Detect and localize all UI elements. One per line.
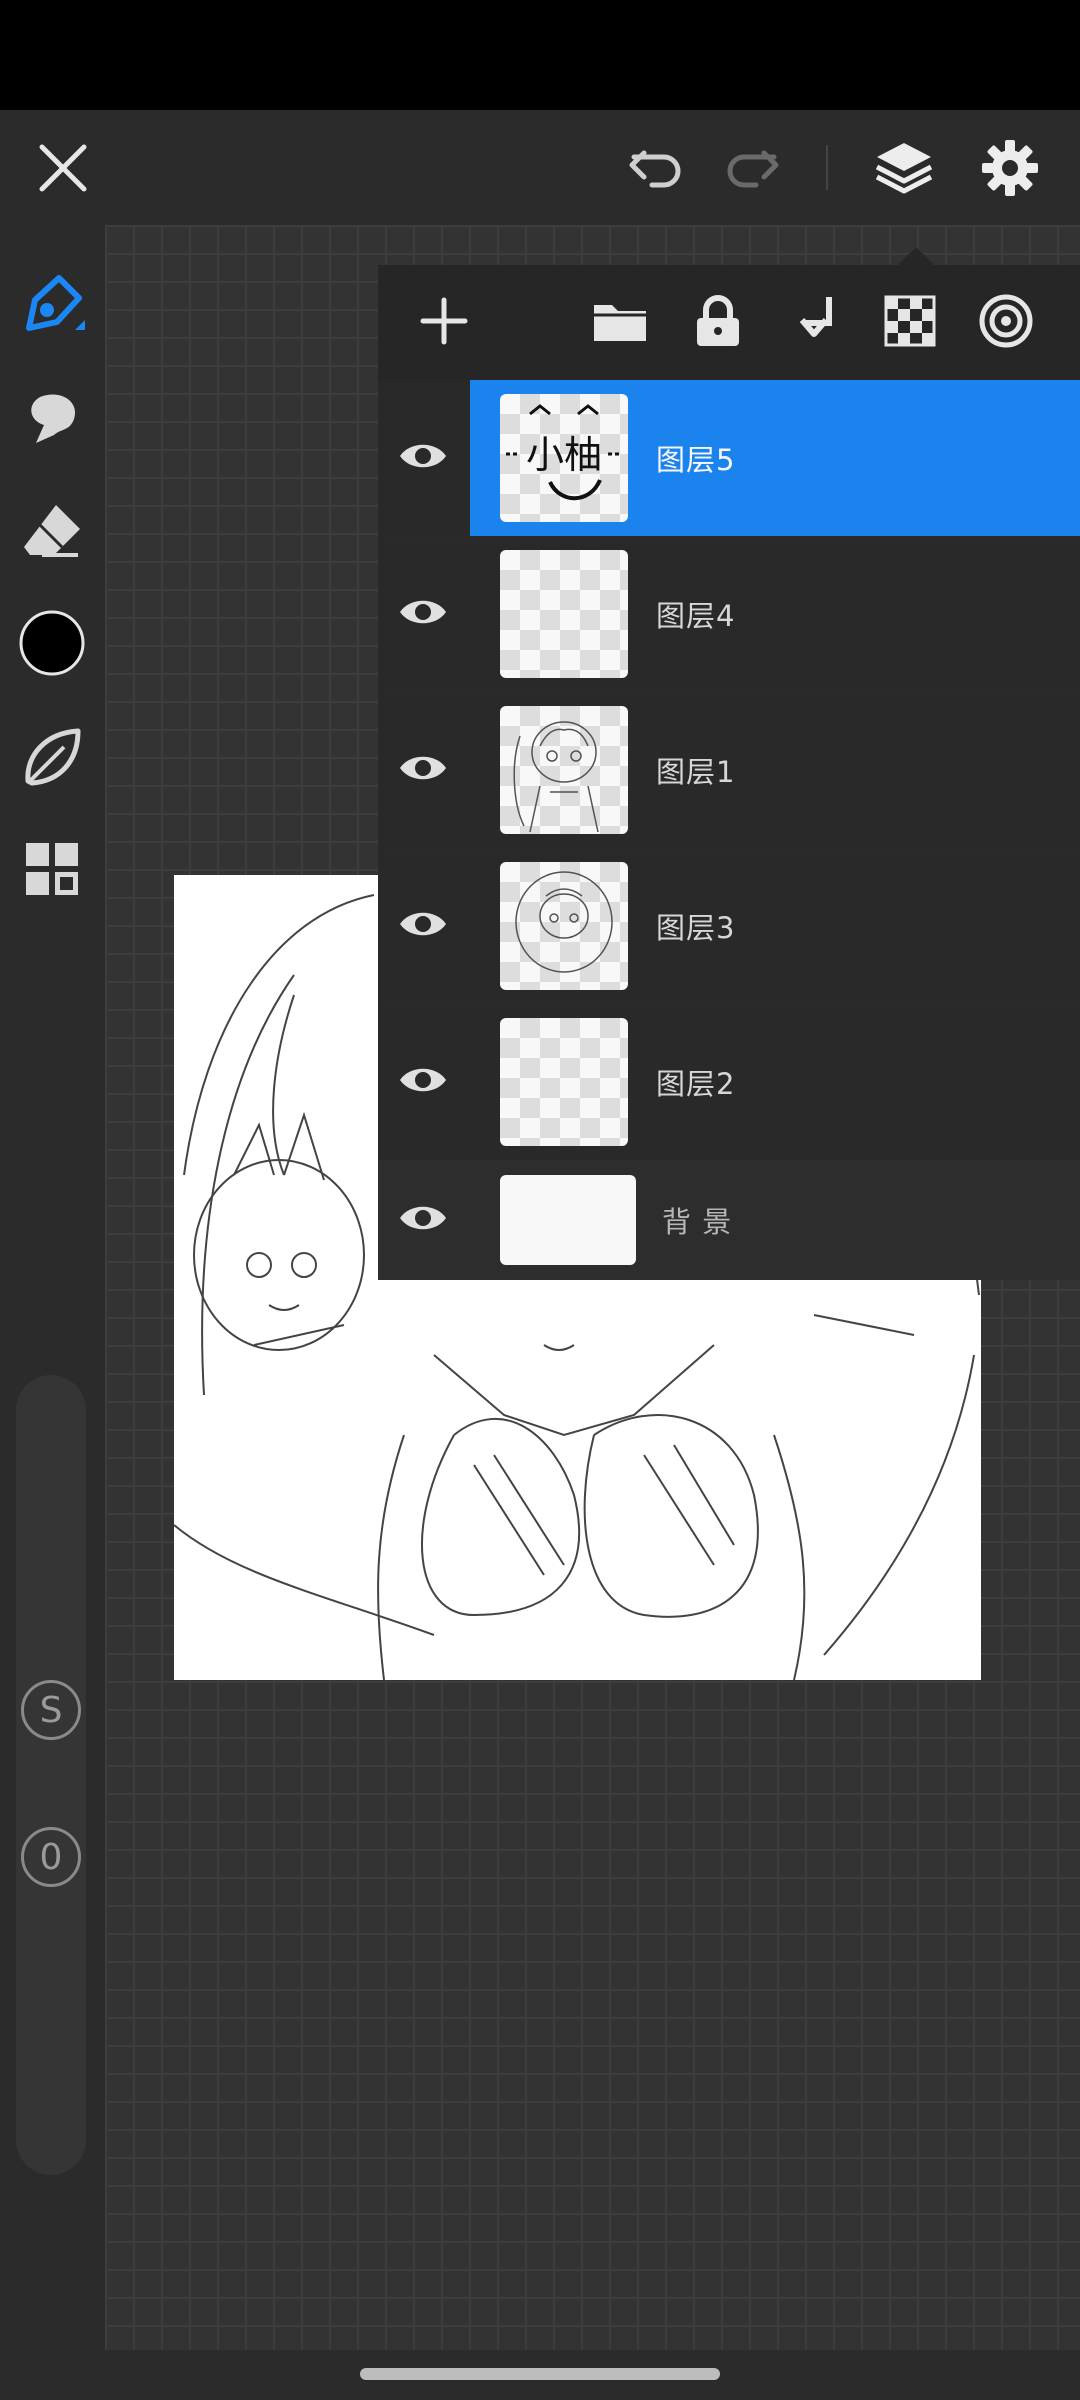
settings-icon[interactable] bbox=[972, 130, 1047, 205]
thumbnail-sketch bbox=[513, 721, 599, 833]
pen-icon[interactable] bbox=[12, 265, 92, 345]
layer-thumbnail bbox=[500, 862, 628, 990]
eye-icon[interactable] bbox=[398, 439, 448, 477]
layer-row-5[interactable]: 小柚 图层5 bbox=[378, 380, 1080, 538]
layer-name: 图层5 bbox=[656, 443, 736, 477]
eye-icon[interactable] bbox=[398, 751, 448, 789]
layer-name: 图层1 bbox=[656, 755, 736, 789]
eye-icon[interactable] bbox=[398, 1063, 448, 1101]
layer-thumbnail bbox=[500, 550, 628, 678]
folder-icon[interactable] bbox=[584, 285, 656, 357]
grid-icon[interactable] bbox=[12, 829, 92, 909]
layers-toolbar bbox=[378, 265, 1080, 380]
transparency-icon[interactable] bbox=[874, 285, 946, 357]
lock-icon[interactable] bbox=[682, 285, 754, 357]
size-label: S bbox=[21, 1680, 81, 1740]
eye-icon[interactable] bbox=[398, 907, 448, 945]
leaf-icon[interactable] bbox=[12, 717, 92, 797]
layers-icon[interactable] bbox=[866, 130, 941, 205]
layer-row-1[interactable]: 图层1 bbox=[378, 692, 1080, 850]
layer-row-background[interactable]: 背 景 bbox=[378, 1160, 1080, 1280]
status-bar bbox=[0, 0, 1080, 110]
layer-row-4[interactable]: 图层4 bbox=[378, 536, 1080, 694]
close-icon[interactable] bbox=[25, 130, 100, 205]
thumbnail-sketch bbox=[506, 404, 622, 501]
toolbar-divider bbox=[826, 145, 828, 190]
layer-thumbnail: 小柚 bbox=[500, 394, 628, 522]
thumbnail-sketch bbox=[515, 871, 613, 973]
panel-caret bbox=[898, 247, 934, 265]
eye-icon[interactable] bbox=[398, 595, 448, 633]
eraser-icon[interactable] bbox=[12, 491, 92, 571]
layer-name: 图层4 bbox=[656, 599, 736, 633]
size-slider[interactable] bbox=[16, 1375, 86, 2175]
opacity-label: 0 bbox=[21, 1827, 81, 1887]
merge-down-icon[interactable] bbox=[778, 285, 850, 357]
size-indicator[interactable]: S bbox=[16, 1675, 86, 1745]
left-toolbar: S 0 bbox=[0, 225, 105, 2350]
layer-name: 背 景 bbox=[662, 1205, 733, 1239]
color-swatch[interactable] bbox=[12, 603, 92, 683]
layer-thumbnail bbox=[500, 1175, 636, 1265]
layer-name: 图层3 bbox=[656, 911, 736, 945]
layer-row-3[interactable]: 图层3 bbox=[378, 848, 1080, 1006]
top-bar bbox=[0, 110, 1080, 225]
opacity-indicator[interactable]: 0 bbox=[16, 1822, 86, 1892]
home-indicator[interactable] bbox=[360, 2368, 720, 2380]
layer-name: 图层2 bbox=[656, 1067, 736, 1101]
layer-thumbnail bbox=[500, 1018, 628, 1146]
add-icon[interactable] bbox=[408, 285, 480, 357]
layer-row-2[interactable]: 图层2 bbox=[378, 1004, 1080, 1162]
layers-panel: 小柚 图层5 图层4 图层1 图层3 图层2 背 景 bbox=[378, 247, 1080, 1280]
smudge-icon[interactable] bbox=[12, 377, 92, 457]
redo-icon[interactable] bbox=[716, 132, 788, 204]
eye-icon[interactable] bbox=[398, 1201, 448, 1239]
undo-icon[interactable] bbox=[620, 132, 692, 204]
blend-icon[interactable] bbox=[970, 285, 1042, 357]
layer-thumbnail bbox=[500, 706, 628, 834]
